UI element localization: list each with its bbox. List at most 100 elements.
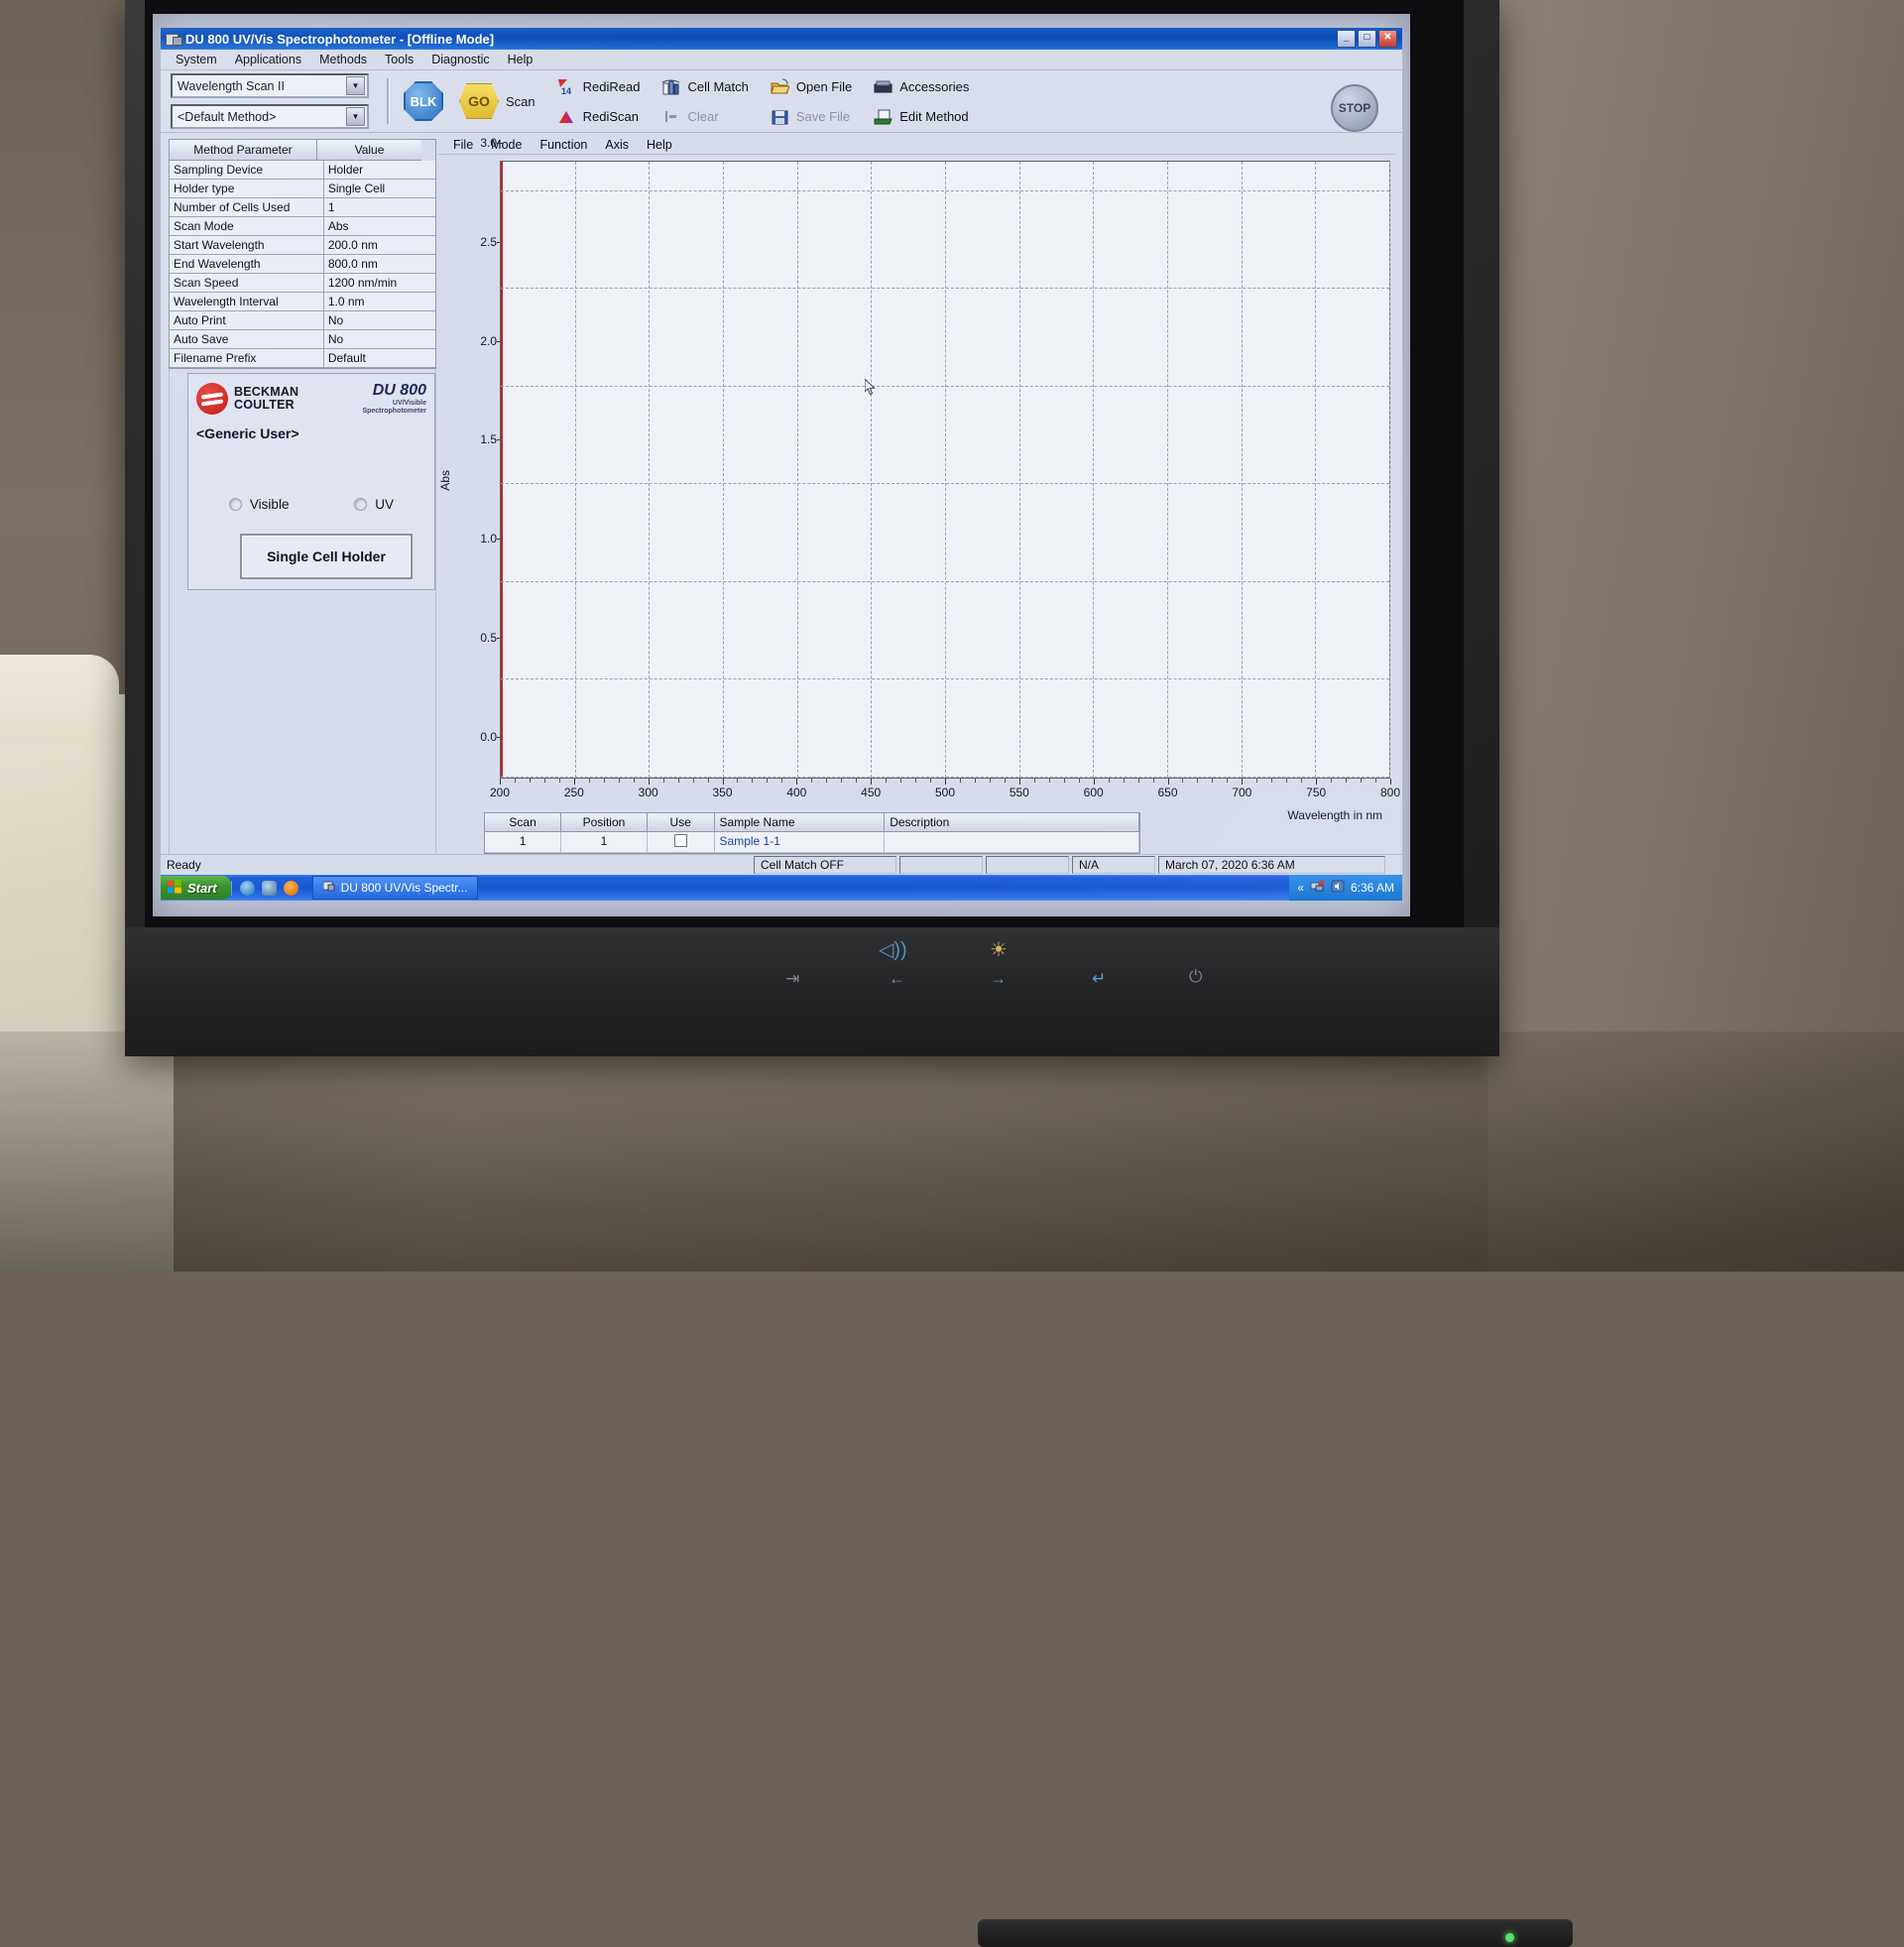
x-minor-tick [1124, 779, 1125, 783]
table-row[interactable]: Holder typeSingle Cell [170, 180, 435, 198]
grid-line-vertical [723, 162, 724, 778]
chevron-down-icon[interactable]: ▼ [346, 107, 365, 126]
enter-icon[interactable]: ↵ [1092, 969, 1106, 989]
blank-button[interactable]: BLK [404, 81, 443, 121]
x-tick-mark [723, 779, 724, 785]
network-icon[interactable] [1310, 880, 1325, 896]
scan-button-label[interactable]: Scan [506, 94, 536, 109]
taskbar-item-du800[interactable]: DU 800 UV/Vis Spectr... [312, 876, 479, 900]
x-tick-label: 600 [1084, 786, 1104, 799]
grid-line-vertical [1167, 162, 1168, 778]
monitor-screen: DU 800 UV/Vis Spectrophotometer - [Offli… [153, 14, 1410, 916]
cell-description[interactable] [885, 832, 1139, 853]
desktop-icon[interactable] [262, 881, 277, 896]
rediscan-button[interactable]: RediScan [557, 108, 641, 125]
go-icon[interactable]: GO [459, 83, 499, 119]
maximize-button[interactable]: □ [1358, 30, 1376, 48]
chevron-down-icon[interactable]: ▼ [346, 76, 365, 95]
volume-icon[interactable] [1331, 880, 1345, 896]
rediread-label: RediRead [583, 79, 641, 94]
table-row[interactable]: Number of Cells Used1 [170, 198, 435, 217]
menu-methods[interactable]: Methods [310, 51, 376, 68]
open-file-button[interactable]: Open File [771, 78, 852, 95]
x-minor-tick [1109, 779, 1110, 783]
close-button[interactable]: ✕ [1378, 30, 1397, 48]
scan-table-row[interactable]: 1 1 Sample 1-1 [485, 832, 1139, 853]
x-minor-tick [1346, 779, 1347, 783]
x-minor-tick [1286, 779, 1287, 783]
uv-lamp-indicator[interactable]: UV [354, 497, 394, 512]
param-value: No [324, 330, 435, 349]
table-row[interactable]: Scan ModeAbs [170, 217, 435, 236]
method-type-dropdown[interactable]: Wavelength Scan II ▼ [171, 73, 369, 98]
param-value: Single Cell [324, 180, 435, 198]
table-row[interactable]: Filename PrefixDefault [170, 349, 435, 368]
menu-applications[interactable]: Applications [226, 51, 310, 68]
param-value: 200.0 nm [324, 236, 435, 255]
table-row[interactable]: Wavelength Interval1.0 nm [170, 293, 435, 311]
x-tick-label: 250 [564, 786, 584, 799]
menu-tools[interactable]: Tools [376, 51, 422, 68]
chart-menu-axis[interactable]: Axis [596, 137, 638, 153]
param-name: Filename Prefix [170, 349, 324, 368]
internet-explorer-icon[interactable] [240, 881, 255, 896]
cell-use[interactable] [648, 832, 715, 853]
brightness-icon[interactable]: ☀ [990, 937, 1008, 962]
speaker-icon[interactable]: ◁)) [879, 937, 907, 962]
minimize-button[interactable]: _ [1337, 30, 1356, 48]
cell-scan: 1 [485, 832, 561, 853]
x-minor-tick [930, 779, 931, 783]
status-bar: Ready Cell Match OFF N/A March 07, 2020 … [161, 854, 1402, 875]
clock[interactable]: 6:36 AM [1351, 881, 1394, 895]
use-checkbox[interactable] [674, 834, 687, 847]
left-icon[interactable]: ← [889, 969, 905, 989]
right-icon[interactable]: → [990, 969, 1007, 989]
x-minor-tick [841, 779, 842, 783]
edit-method-button[interactable]: Edit Method [874, 108, 969, 125]
table-row[interactable]: Scan Speed1200 nm/min [170, 274, 435, 293]
x-minor-tick [1227, 779, 1228, 783]
table-row[interactable]: Auto SaveNo [170, 330, 435, 349]
menu-system[interactable]: System [167, 51, 226, 68]
plot-canvas[interactable] [500, 161, 1390, 779]
table-row[interactable]: Auto PrintNo [170, 311, 435, 330]
single-cell-holder-button[interactable]: Single Cell Holder [240, 534, 413, 579]
accessories-button[interactable]: Accessories [874, 78, 969, 95]
stop-button[interactable]: STOP [1331, 84, 1378, 132]
visible-lamp-indicator[interactable]: Visible [229, 497, 290, 512]
x-minor-tick [544, 779, 545, 783]
table-row[interactable]: Sampling DeviceHolder [170, 161, 435, 180]
power-icon[interactable]: ⏻ [1189, 967, 1202, 987]
header-method-parameter: Method Parameter [170, 140, 317, 161]
media-player-icon[interactable] [284, 881, 298, 896]
x-minor-tick [1256, 779, 1257, 783]
param-value: 1200 nm/min [324, 274, 435, 293]
chart-menu-function[interactable]: Function [531, 137, 596, 153]
main-toolbar: Wavelength Scan II ▼ <Default Method> ▼ … [161, 70, 1402, 133]
grid-line-vertical [1019, 162, 1020, 778]
chart-menu-file[interactable]: File [444, 137, 482, 153]
param-value: 1 [324, 198, 435, 217]
power-led [1505, 1933, 1514, 1942]
chart-menu-help[interactable]: Help [638, 137, 681, 153]
input-icon[interactable]: ⇥ [785, 969, 799, 989]
clear-button[interactable]: Clear [661, 108, 748, 125]
cell-match-button[interactable]: Cell Match [661, 78, 748, 95]
start-button[interactable]: Start [161, 876, 231, 900]
grid-line-vertical [945, 162, 946, 778]
tray-expand-icon[interactable]: « [1297, 881, 1304, 895]
plot-area[interactable]: 0.00.51.01.52.02.53.0 Wavelength in nm 2… [454, 155, 1396, 806]
param-value: 800.0 nm [324, 255, 435, 274]
menu-diagnostic[interactable]: Diagnostic [422, 51, 498, 68]
method-name-dropdown[interactable]: <Default Method> ▼ [171, 104, 369, 129]
table-row[interactable]: End Wavelength800.0 nm [170, 255, 435, 274]
rediread-button[interactable]: 14 RediRead [557, 78, 641, 95]
cell-sample-name[interactable]: Sample 1-1 [715, 832, 886, 853]
y-tick-label: 1.0 [480, 532, 497, 546]
status-na: N/A [1072, 856, 1155, 874]
menu-help[interactable]: Help [499, 51, 542, 68]
table-row[interactable]: Start Wavelength200.0 nm [170, 236, 435, 255]
x-minor-tick [737, 779, 738, 783]
save-file-button[interactable]: Save File [771, 108, 852, 125]
param-value: Default [324, 349, 435, 368]
